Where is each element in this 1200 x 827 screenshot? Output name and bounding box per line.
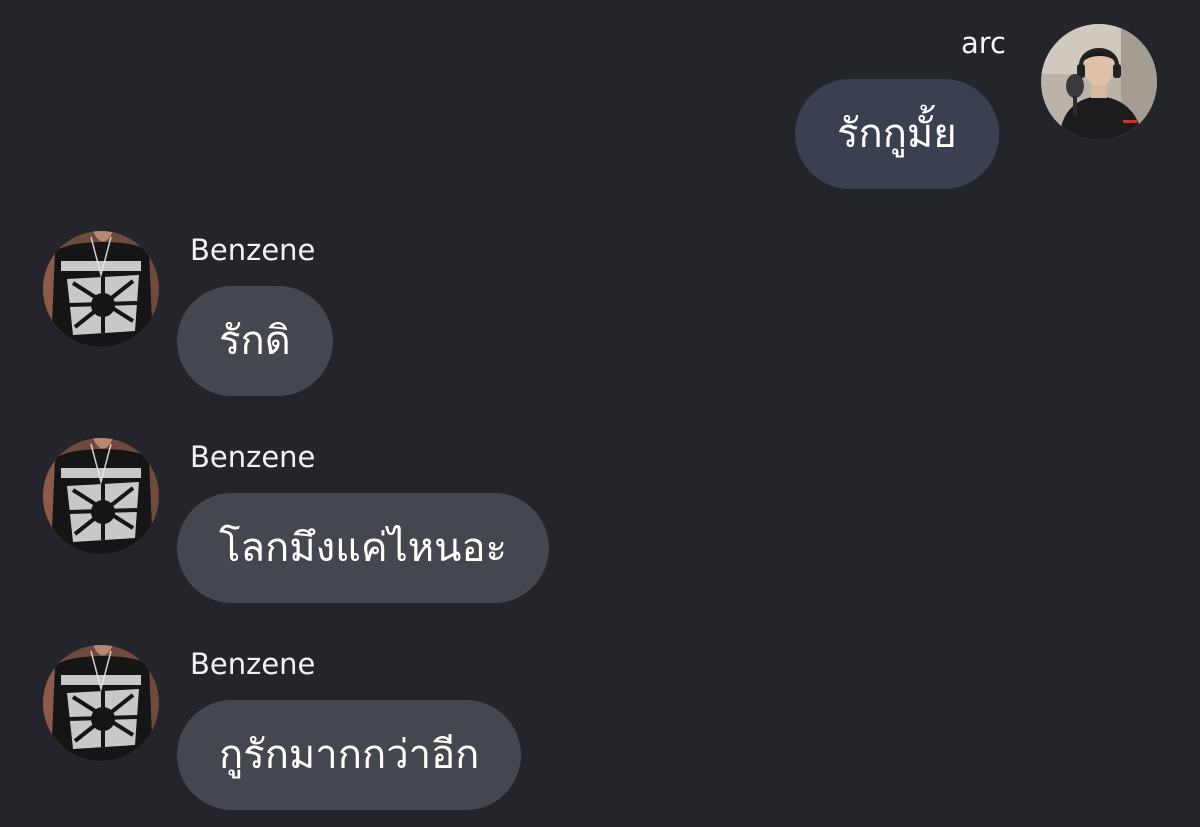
user-avatar-icon[interactable]	[43, 438, 159, 554]
message-bubble-incoming[interactable]: กูรักมากกว่าอีก	[177, 700, 522, 810]
message-bubble-incoming[interactable]: โลกมึงแค่ไหนอะ	[177, 493, 549, 603]
message-bubble-outgoing[interactable]: รักกูมั้ย	[795, 79, 999, 189]
sender-name: Benzene	[190, 233, 316, 267]
sender-name: Benzene	[190, 647, 316, 681]
sender-name: Benzene	[190, 440, 316, 474]
user-avatar-icon[interactable]	[43, 645, 159, 761]
user-avatar-icon[interactable]	[1041, 24, 1157, 140]
message-bubble-incoming[interactable]: รักดิ	[177, 286, 333, 396]
chat-thread: arc รักกูมั้ย Benzene รักดิ Benzene โลกม…	[0, 0, 1200, 827]
user-avatar-icon[interactable]	[43, 231, 159, 347]
sender-name: arc	[961, 26, 1007, 60]
